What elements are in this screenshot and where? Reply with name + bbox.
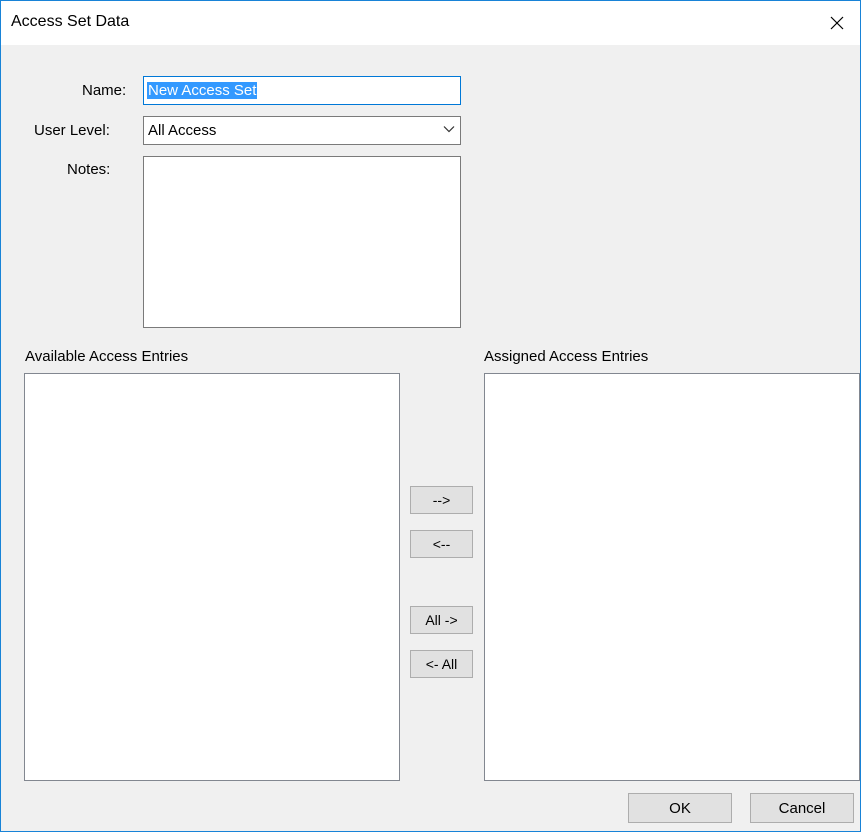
user-level-label: User Level: xyxy=(34,122,110,139)
notes-textarea[interactable] xyxy=(143,156,461,328)
available-entries-label: Available Access Entries xyxy=(25,348,189,365)
assigned-entries-label: Assigned Access Entries xyxy=(484,348,649,365)
chevron-down-icon xyxy=(443,126,455,133)
name-label: Name: xyxy=(82,82,127,99)
add-entry-button[interactable]: --> xyxy=(410,486,473,514)
user-level-value: All Access xyxy=(148,122,217,139)
assigned-entries-list[interactable] xyxy=(484,373,860,781)
name-input[interactable]: New Access Set xyxy=(143,76,461,105)
user-level-dropdown[interactable]: All Access xyxy=(143,116,461,145)
close-icon xyxy=(830,16,844,30)
notes-label: Notes: xyxy=(67,161,111,178)
remove-entry-button[interactable]: <-- xyxy=(410,530,473,558)
add-all-button[interactable]: All -> xyxy=(410,606,473,634)
dialog-client-area: Name: New Access Set User Level: All Acc… xyxy=(1,45,860,831)
window-title: Access Set Data xyxy=(11,13,130,30)
remove-all-button[interactable]: <- All xyxy=(410,650,473,678)
available-entries-list[interactable] xyxy=(24,373,400,781)
close-button[interactable] xyxy=(814,1,860,45)
access-set-dialog: Access Set Data Name: New Access Set Use… xyxy=(0,0,861,832)
cancel-button[interactable]: Cancel xyxy=(750,793,854,823)
title-bar: Access Set Data xyxy=(1,1,860,45)
ok-button[interactable]: OK xyxy=(628,793,732,823)
name-input-value: New Access Set xyxy=(147,82,258,99)
